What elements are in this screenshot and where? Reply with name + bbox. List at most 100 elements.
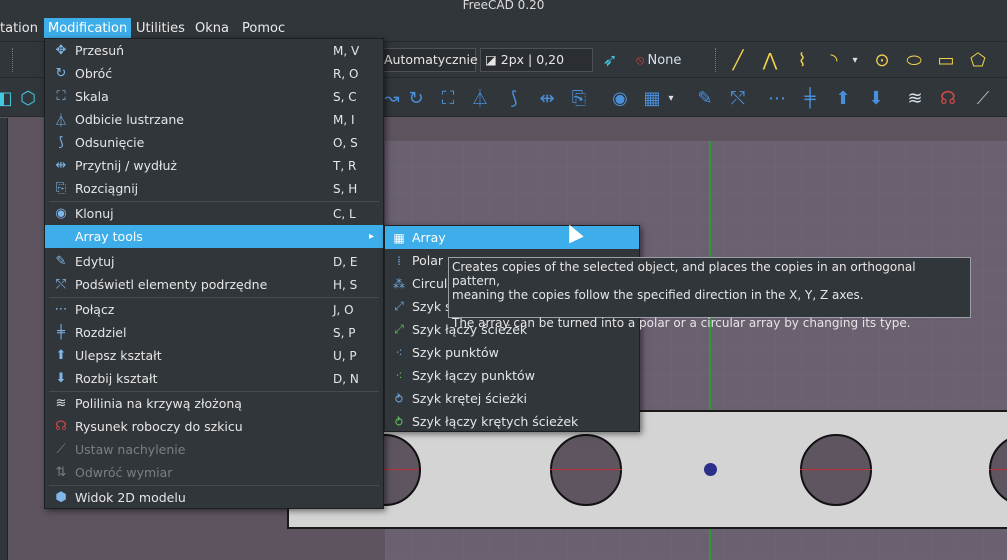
window-title: FreeCAD 0.20 (462, 0, 545, 12)
edit-icon[interactable]: ✎ (693, 86, 717, 110)
autogroup-icon[interactable]: ➶ (598, 48, 622, 72)
wire-to-bspline-icon: ≋ (55, 396, 67, 411)
tooltip-line: meaning the copies follow the specified … (452, 288, 864, 302)
menu-item-rozdziel[interactable]: ╪ Rozdziel S, P (45, 321, 383, 344)
none-icon: ⦸ (636, 52, 645, 68)
left-dock-edge[interactable] (0, 118, 8, 560)
shape-2d-view-icon: ⬢ (55, 490, 67, 505)
slope-icon: ⟋ (56, 442, 66, 457)
offset-icon[interactable]: ⟆ (502, 86, 526, 110)
mirror-icon[interactable]: ⏃ (468, 86, 492, 110)
flip-dimension-icon: ⇅ (55, 465, 67, 480)
point-array-icon: ⁖ (395, 345, 403, 360)
trimex-icon[interactable]: ⇹ (535, 86, 559, 110)
construction-mode-field[interactable]: Automatycznie (379, 48, 478, 72)
array-tools-icon[interactable]: ▦ (640, 86, 664, 110)
trimex-icon: ⇹ (55, 158, 67, 173)
menu-item-klonuj[interactable]: ◉ Klonuj C, L (45, 202, 383, 225)
menu-item-odwroc-wymiar[interactable]: ⇅ Odwróć wymiar (45, 461, 383, 484)
downgrade-icon[interactable]: ⬇ (864, 86, 888, 110)
scale-icon[interactable]: ⛶ (436, 86, 460, 110)
circle-tool-icon[interactable]: ⊙ (870, 48, 894, 72)
stretch-icon[interactable]: ⎘ (567, 86, 591, 110)
menu-pomoc[interactable]: Pomoc (238, 18, 289, 39)
rotate-icon: ↻ (55, 66, 67, 81)
menu-item-obroc[interactable]: ↻ Obróć R, O (45, 62, 383, 85)
submenu-item-twisted-array[interactable]: ⥁ Szyk krętej ścieżki (385, 387, 639, 410)
arc-tool-icon[interactable]: ◝ (822, 48, 846, 72)
line-tool-icon[interactable]: ╱ (726, 48, 750, 72)
polar-array-icon: ⁞ (397, 253, 401, 268)
polygon-tool-icon[interactable]: ⬠ (966, 48, 990, 72)
menu-okna[interactable]: Okna (191, 18, 233, 39)
wire-tool-icon[interactable]: ⋀ (758, 48, 782, 72)
tooltip-line: The array can be turned into a polar or … (452, 316, 911, 330)
point-link-array-icon: ⁖ (395, 368, 403, 383)
clone-icon: ◉ (55, 206, 67, 221)
hole-2[interactable] (550, 434, 622, 506)
menu-item-podswietl-elementy[interactable]: ⤲ Podświetl elementy podrzędne H, S (45, 273, 383, 296)
box-icon[interactable]: ⬡ (16, 86, 40, 110)
draft-to-sketch-icon: ☊ (55, 419, 67, 434)
menu-item-polacz[interactable]: ⋯ Połącz J, O (45, 298, 383, 321)
menu-utilities[interactable]: Utilities (132, 18, 189, 39)
part-icon[interactable]: ◧ (0, 86, 16, 110)
x-axis-line (800, 469, 872, 470)
submenu-item-point-array[interactable]: ⁖ Szyk punktów (385, 341, 639, 364)
hole-4[interactable] (989, 434, 1007, 506)
ellipse-tool-icon[interactable]: ⬭ (902, 48, 926, 72)
downgrade-icon: ⬇ (55, 371, 67, 386)
menu-item-rysunek-do-szkicu[interactable]: ☊ Rysunek roboczy do szkicu (45, 415, 383, 438)
toolbar-separator (12, 48, 14, 72)
fillet-tool-icon[interactable]: ⌇ (790, 48, 814, 72)
join-icon: ⋯ (54, 302, 68, 317)
hole-3[interactable] (800, 434, 872, 506)
modification-menu: ✥ Przesuń M, V ↻ Obróć R, O ⛶ Skala S, C… (44, 38, 384, 509)
stretch-icon: ⎘ (55, 181, 67, 196)
hatch-selector[interactable]: ⦸ None (636, 48, 692, 72)
join-icon[interactable]: ⋯ (765, 86, 789, 110)
menu-item-przytnij-wydluz[interactable]: ⇹ Przytnij / wydłuż T, R (45, 154, 383, 177)
upgrade-icon[interactable]: ⬆ (831, 86, 855, 110)
menu-item-odsuniecie[interactable]: ⟆ Odsunięcie O, S (45, 131, 383, 154)
clone-icon[interactable]: ◉ (608, 86, 632, 110)
highlight-icon[interactable]: ⤲ (726, 86, 750, 110)
chevron-down-icon[interactable]: ▾ (664, 86, 678, 110)
menu-item-rozciagnij[interactable]: ⎘ Rozciągnij S, H (45, 177, 383, 200)
menu-item-ulepsz-ksztalt[interactable]: ⬆ Ulepsz kształt U, P (45, 344, 383, 367)
menu-modification[interactable]: Modification (44, 18, 132, 39)
menu-item-przesun[interactable]: ✥ Przesuń M, V (45, 39, 383, 62)
submenu-item-array[interactable]: ▦ Array (385, 226, 639, 249)
slope-icon[interactable]: ⟋ (971, 86, 995, 110)
array-icon: ▦ (393, 230, 405, 245)
toolbar-separator (715, 48, 717, 72)
draft-to-sketch-icon[interactable]: ☊ (936, 86, 960, 110)
menu-item-odbicie-lustrzane[interactable]: ⏃ Odbicie lustrzane M, I (45, 108, 383, 131)
menu-item-edytuj[interactable]: ✎ Edytuj D, E (45, 250, 383, 273)
line-width-field[interactable]: ◪ 2px | 0,20 mm (480, 48, 593, 89)
menu-item-widok-2d[interactable]: ⬢ Widok 2D modelu (45, 486, 383, 509)
wire-to-bspline-icon[interactable]: ≋ (903, 86, 927, 110)
move-icon: ✥ (55, 43, 67, 58)
upgrade-icon: ⬆ (55, 348, 67, 363)
menu-item-array-tools[interactable]: Array tools ▸ (45, 225, 383, 248)
origin-point[interactable] (704, 463, 717, 476)
menu-item-ustaw-nachylenie[interactable]: ⟋ Ustaw nachylenie (45, 438, 383, 461)
rotate-icon[interactable]: ↻ (404, 86, 428, 110)
window-titlebar: FreeCAD 0.20 (0, 0, 1007, 15)
menu-item-rozbij-ksztalt[interactable]: ⬇ Rozbij kształt D, N (45, 367, 383, 390)
twisted-link-array-icon: ⥁ (394, 414, 404, 429)
submenu-item-twisted-link-array[interactable]: ⥁ Szyk łączy krętych ścieżek (385, 410, 639, 433)
submenu-item-point-link-array[interactable]: ⁖ Szyk łączy punktów (385, 364, 639, 387)
path-link-array-icon: ⤢ (394, 322, 404, 336)
menu-workbench[interactable]: tation (0, 18, 42, 39)
rectangle-tool-icon[interactable]: ▭ (934, 48, 958, 72)
split-icon[interactable]: ╪ (798, 86, 822, 110)
twisted-array-icon: ⥁ (394, 391, 404, 406)
line-style-icon: ◪ (485, 52, 501, 67)
x-axis-line (550, 469, 622, 470)
chevron-down-icon[interactable]: ▾ (848, 48, 862, 72)
tooltip-line: Creates copies of the selected object, a… (452, 260, 916, 288)
menu-item-skala[interactable]: ⛶ Skala S, C (45, 85, 383, 108)
menu-item-polilinia-na-krzywa[interactable]: ≋ Polilinia na krzywą złożoną (45, 392, 383, 415)
